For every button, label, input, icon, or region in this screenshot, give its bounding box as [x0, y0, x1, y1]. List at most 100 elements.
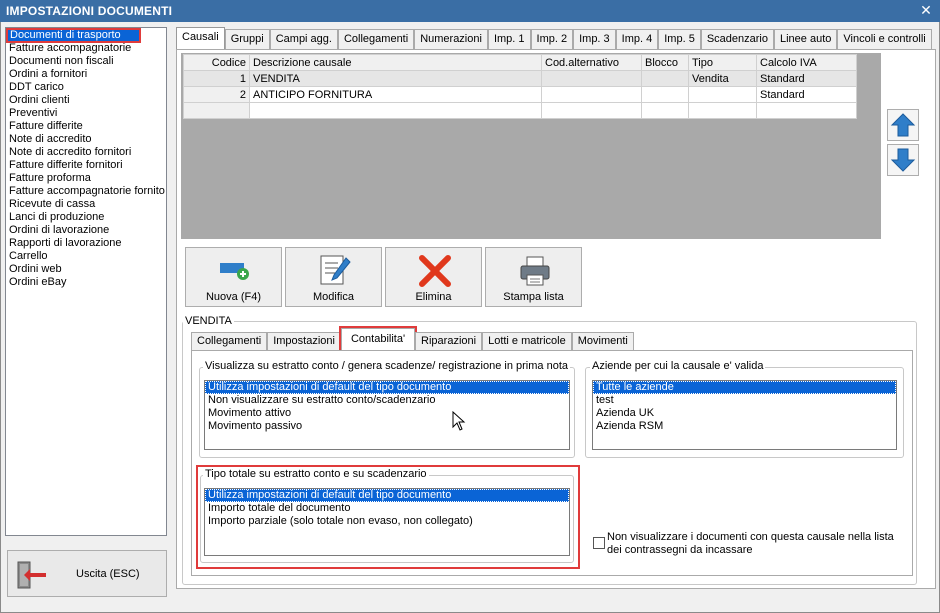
table-cell[interactable] — [756, 102, 857, 119]
table-cell[interactable] — [541, 102, 642, 119]
table-cell[interactable] — [688, 102, 757, 119]
table-cell[interactable]: Vendita — [688, 70, 757, 87]
table-cell[interactable] — [641, 86, 689, 103]
subtab-contabilita[interactable]: Contabilita' — [338, 326, 418, 352]
list-item[interactable]: Azienda UK — [593, 407, 896, 420]
tab-imp-5[interactable]: Imp. 5 — [658, 29, 701, 49]
table-cell[interactable] — [249, 102, 542, 119]
grid-header-row: Codice Descrizione causale Cod.alternati… — [183, 54, 857, 71]
subtab-riparazioni[interactable]: Riparazioni — [415, 332, 483, 350]
table-cell[interactable] — [183, 102, 250, 119]
list-item[interactable]: Carrello — [6, 250, 166, 263]
subtab-lotti-e-matricole[interactable]: Lotti e matricole — [482, 332, 572, 350]
table-cell[interactable]: 2 — [183, 86, 250, 103]
list-item[interactable]: Rapporti di lavorazione — [6, 237, 166, 250]
list-item[interactable]: Fatture accompagnatorie fornito — [6, 185, 166, 198]
column-header[interactable]: Tipo — [688, 54, 757, 71]
list-item[interactable]: Documenti non fiscali — [6, 55, 166, 68]
edit-button-label: Modifica — [313, 291, 354, 303]
exit-button[interactable]: Uscita (ESC) — [7, 550, 167, 597]
list-item[interactable]: Preventivi — [6, 107, 166, 120]
list-item[interactable]: Tutte le aziende — [593, 381, 896, 394]
tab-linee-auto[interactable]: Linee auto — [773, 29, 838, 49]
list-item[interactable]: DDT carico — [6, 81, 166, 94]
tab-gruppi[interactable]: Gruppi — [224, 29, 270, 49]
tab-scadenzario[interactable]: Scadenzario — [700, 29, 774, 49]
list-item[interactable]: Importo parziale (solo totale non evaso,… — [205, 515, 569, 528]
subtab-impostazioni[interactable]: Impostazioni — [267, 332, 341, 350]
list-item[interactable]: Movimento passivo — [205, 420, 569, 433]
list-item[interactable]: Note di accredito fornitori — [6, 146, 166, 159]
tab-imp-1[interactable]: Imp. 1 — [487, 29, 531, 49]
table-cell[interactable]: VENDITA — [249, 70, 542, 87]
window-title: IMPOSTAZIONI DOCUMENTI — [6, 4, 173, 18]
table-cell[interactable] — [541, 70, 642, 87]
column-header[interactable]: Codice — [183, 54, 250, 71]
list-item[interactable]: Lanci di produzione — [6, 211, 166, 224]
printer-icon — [520, 256, 550, 286]
list-item[interactable]: Importo totale del documento — [205, 502, 569, 515]
list-item[interactable]: test — [593, 394, 896, 407]
move-up-button[interactable] — [887, 109, 919, 141]
table-row[interactable]: 1 VENDITA Vendita Standard — [183, 70, 857, 87]
list-item[interactable]: Movimento attivo — [205, 407, 569, 420]
contrassegni-checkbox-label: Non visualizzare i documenti con questa … — [607, 531, 894, 556]
column-header[interactable]: Calcolo IVA — [756, 54, 857, 71]
tab-causali[interactable]: Causali — [176, 27, 225, 49]
table-cell[interactable]: Standard — [756, 86, 857, 103]
table-cell[interactable]: 1 — [183, 70, 250, 87]
table-cell[interactable]: Standard — [756, 70, 857, 87]
tab-collegamenti[interactable]: Collegamenti — [337, 29, 415, 49]
print-list-button[interactable]: Stampa lista — [485, 247, 582, 307]
subtab-collegamenti[interactable]: Collegamenti — [191, 332, 268, 350]
table-cell[interactable] — [688, 86, 757, 103]
add-new-icon — [220, 263, 249, 280]
list-item[interactable]: Ordini eBay — [6, 276, 166, 289]
list-item[interactable]: Fatture differite fornitori — [6, 159, 166, 172]
list-item[interactable]: Utilizza impostazioni di default del tip… — [205, 381, 569, 394]
causali-grid[interactable]: Codice Descrizione causale Cod.alternati… — [183, 54, 857, 119]
list-item[interactable]: Utilizza impostazioni di default del tip… — [205, 489, 569, 502]
tipo-totale-listbox[interactable]: Utilizza impostazioni di default del tip… — [204, 488, 570, 556]
list-item[interactable]: Non visualizzare su estratto conto/scade… — [205, 394, 569, 407]
edit-button[interactable]: Modifica — [285, 247, 382, 307]
list-item[interactable]: Ordini di lavorazione — [6, 224, 166, 237]
tab-imp-2[interactable]: Imp. 2 — [530, 29, 574, 49]
column-header[interactable]: Descrizione causale — [249, 54, 542, 71]
list-item[interactable]: Fatture proforma — [6, 172, 166, 185]
table-cell[interactable]: ANTICIPO FORNITURA — [249, 86, 542, 103]
tab-numerazioni[interactable]: Numerazioni — [414, 29, 488, 49]
tab-campi-agg[interactable]: Campi agg. — [269, 29, 338, 49]
column-header[interactable]: Blocco — [641, 54, 689, 71]
list-item[interactable]: Documenti di trasporto — [6, 28, 141, 43]
table-cell[interactable] — [641, 102, 689, 119]
close-icon[interactable]: ✕ — [920, 2, 932, 19]
delete-button[interactable]: Elimina — [385, 247, 482, 307]
move-down-button[interactable] — [887, 144, 919, 176]
delete-button-label: Elimina — [415, 291, 452, 303]
new-button[interactable]: Nuova (F4) — [185, 247, 282, 307]
document-type-list[interactable]: Documenti di trasporto Fatture accompagn… — [5, 27, 167, 536]
list-item[interactable]: Ordini clienti — [6, 94, 166, 107]
subtab-movimenti[interactable]: Movimenti — [571, 332, 634, 350]
list-item[interactable]: Note di accredito — [6, 133, 166, 146]
table-cell[interactable] — [541, 86, 642, 103]
tipo-totale-group-title: Tipo totale su estratto conto e su scade… — [203, 468, 429, 480]
table-cell[interactable] — [641, 70, 689, 87]
list-item[interactable]: Ordini web — [6, 263, 166, 276]
tab-imp-4[interactable]: Imp. 4 — [615, 29, 659, 49]
list-item[interactable]: Ricevute di cassa — [6, 198, 166, 211]
column-header[interactable]: Cod.alternativo — [541, 54, 642, 71]
table-row[interactable]: 2 ANTICIPO FORNITURA Standard — [183, 86, 857, 103]
arrow-up-icon — [890, 113, 916, 137]
aziende-listbox[interactable]: Tutte le aziende test Azienda UK Azienda… — [592, 380, 897, 450]
tab-imp-3[interactable]: Imp. 3 — [573, 29, 616, 49]
tab-vincoli-e-controlli[interactable]: Vincoli e controlli — [837, 29, 932, 49]
list-item[interactable]: Fatture accompagnatorie — [6, 42, 166, 55]
table-row[interactable] — [183, 102, 857, 119]
contrassegni-checkbox[interactable] — [593, 537, 605, 549]
list-item[interactable]: Azienda RSM — [593, 420, 896, 433]
estratto-listbox[interactable]: Utilizza impostazioni di default del tip… — [204, 380, 570, 450]
list-item[interactable]: Fatture differite — [6, 120, 166, 133]
list-item[interactable]: Ordini a fornitori — [6, 68, 166, 81]
